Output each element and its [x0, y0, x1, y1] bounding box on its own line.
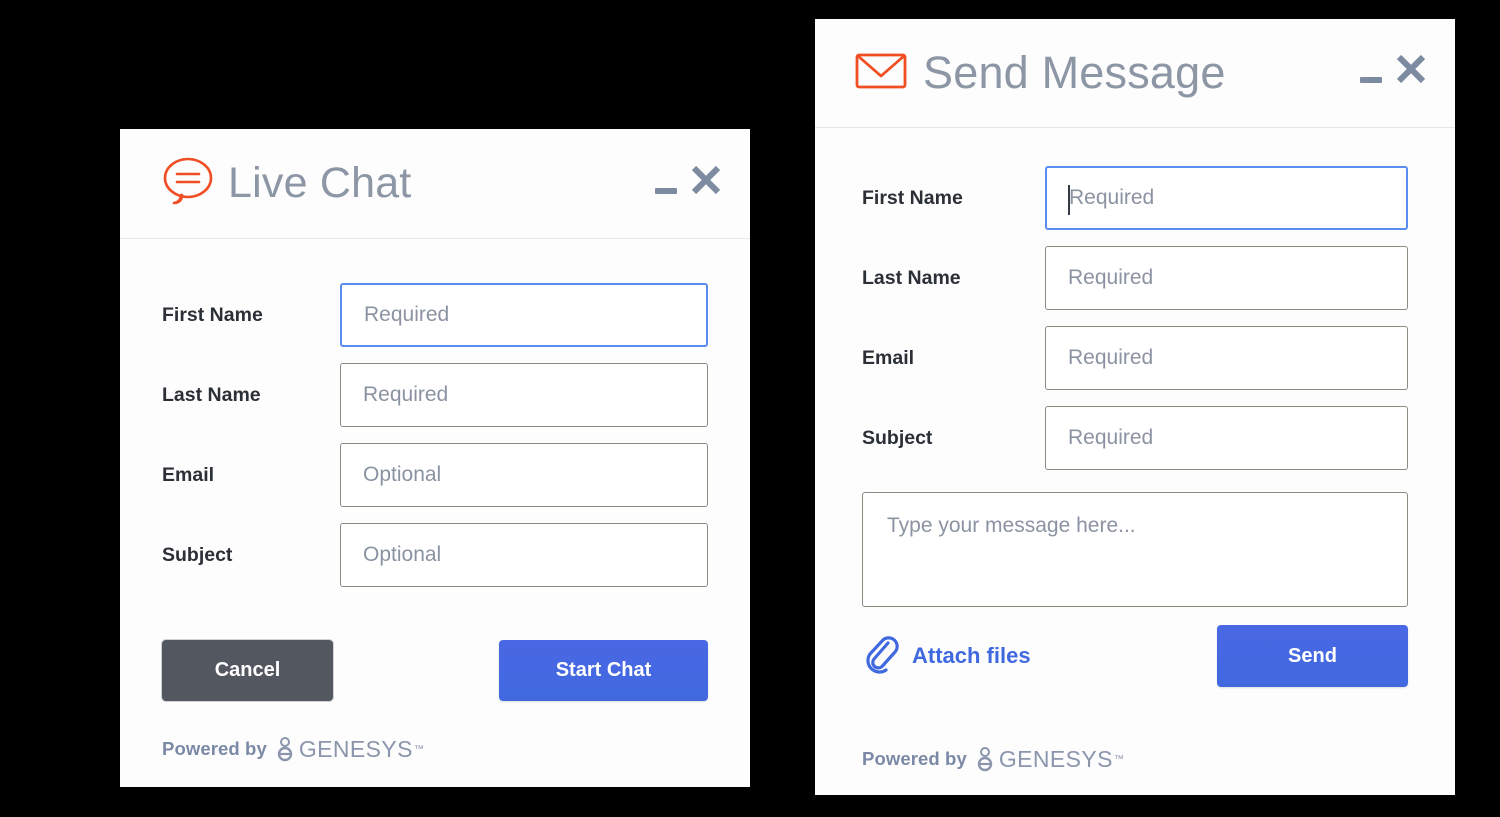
label-subject: Subject — [862, 426, 933, 449]
form-row-first-name: First Name Required — [862, 166, 1408, 230]
chat-bubble-icon — [162, 156, 214, 211]
genesys-logo: GENESYS ™ — [275, 736, 424, 763]
live-chat-header: Live Chat — [120, 129, 750, 239]
attach-files-label: Attach files — [912, 643, 1031, 668]
send-message-title: Send Message — [923, 47, 1226, 98]
last-name-input[interactable]: Required — [1045, 246, 1408, 310]
genesys-wordmark: GENESYS — [298, 735, 413, 762]
send-message-header: Send Message — [815, 19, 1455, 128]
live-chat-title: Live Chat — [228, 159, 412, 207]
live-chat-form: First Name Required Last Name Required E… — [120, 239, 750, 711]
subject-input[interactable]: Required — [1045, 406, 1408, 470]
close-icon[interactable] — [1393, 51, 1429, 87]
envelope-icon — [855, 50, 907, 97]
subject-input[interactable]: Optional — [340, 523, 708, 587]
start-chat-button[interactable]: Start Chat — [499, 640, 708, 701]
last-name-input[interactable]: Required — [340, 363, 708, 427]
genesys-mark-icon — [977, 747, 993, 772]
powered-by-label: Powered by — [162, 738, 267, 759]
attach-files-button[interactable]: Attach files — [862, 634, 1031, 679]
email-input[interactable]: Optional — [340, 443, 708, 507]
genesys-trademark: ™ — [413, 743, 424, 755]
send-message-window-controls — [1357, 51, 1429, 95]
live-chat-widget: Live Chat First Name Required Last Name … — [120, 129, 750, 787]
form-row-last-name: Last Name Required — [862, 246, 1408, 310]
form-row-subject: Subject Optional — [162, 523, 708, 587]
genesys-mark-icon — [277, 737, 293, 762]
send-message-footer: Powered by GENESYS ™ — [815, 723, 1455, 795]
form-row-email: Email Required — [862, 326, 1408, 390]
send-button[interactable]: Send — [1217, 625, 1408, 687]
send-message-widget: Send Message First Name Required Last Na… — [815, 19, 1455, 795]
close-icon[interactable] — [688, 162, 724, 198]
form-row-subject: Subject Required — [862, 406, 1408, 470]
cancel-button[interactable]: Cancel — [162, 640, 333, 701]
label-subject: Subject — [162, 543, 233, 566]
form-row-first-name: First Name Required — [162, 283, 708, 347]
send-message-form: First Name Required Last Name Required E… — [815, 128, 1455, 723]
paperclip-icon — [862, 634, 900, 679]
first-name-input[interactable]: Required — [340, 283, 708, 347]
form-row-last-name: Last Name Required — [162, 363, 708, 427]
label-email: Email — [862, 346, 915, 369]
label-last-name: Last Name — [162, 383, 261, 406]
minimize-icon[interactable] — [1357, 59, 1385, 87]
first-name-input[interactable]: Required — [1045, 166, 1408, 230]
live-chat-footer: Powered by GENESYS ™ — [120, 711, 750, 787]
email-input[interactable]: Required — [1045, 326, 1408, 390]
powered-by-label: Powered by — [862, 748, 967, 769]
label-first-name: First Name — [162, 303, 263, 326]
label-email: Email — [162, 463, 215, 486]
minimize-icon[interactable] — [652, 170, 680, 198]
genesys-logo: GENESYS ™ — [975, 746, 1124, 773]
send-message-actions: Attach files Send — [862, 625, 1408, 687]
live-chat-actions: Cancel Start Chat — [162, 640, 708, 701]
label-last-name: Last Name — [862, 266, 961, 289]
genesys-trademark: ™ — [1113, 753, 1124, 765]
label-first-name: First Name — [862, 186, 963, 209]
form-row-email: Email Optional — [162, 443, 708, 507]
message-textarea[interactable]: Type your message here... — [862, 492, 1408, 607]
genesys-wordmark: GENESYS — [998, 745, 1113, 772]
live-chat-window-controls — [652, 162, 724, 206]
